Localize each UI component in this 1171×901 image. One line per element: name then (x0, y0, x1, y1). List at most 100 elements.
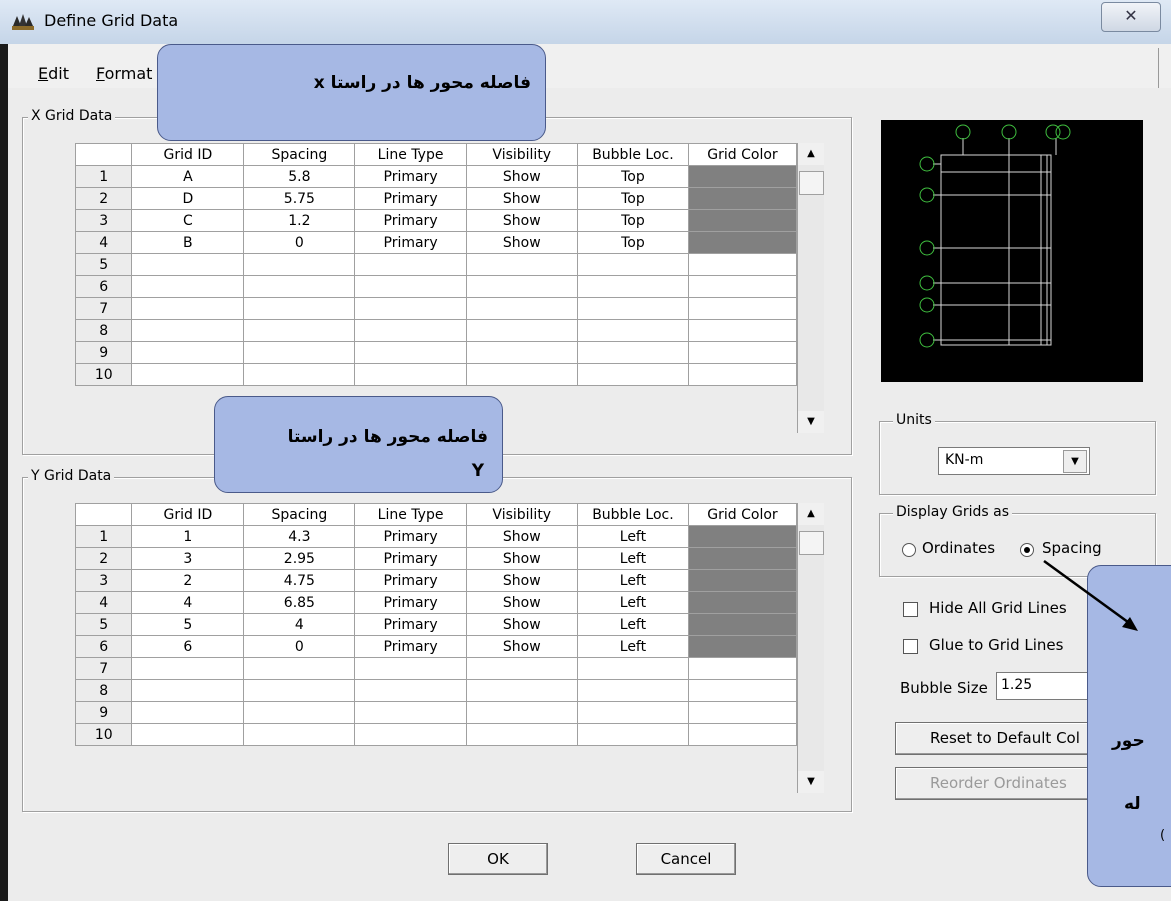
grid-color-cell[interactable] (687, 165, 798, 188)
table-cell[interactable] (576, 319, 689, 342)
table-cell[interactable]: Show (465, 547, 578, 570)
table-cell[interactable] (465, 363, 578, 386)
table-cell[interactable] (465, 341, 578, 364)
ok-button[interactable]: OK (448, 843, 548, 875)
table-cell[interactable]: Show (465, 209, 578, 232)
table-cell[interactable] (576, 341, 689, 364)
table-row[interactable]: 8 (74, 319, 798, 342)
table-cell[interactable]: Show (465, 635, 578, 658)
units-select[interactable]: KN-m ▼ (938, 447, 1090, 475)
row-header[interactable]: 4 (74, 231, 133, 254)
table-cell[interactable] (243, 297, 356, 320)
table-cell[interactable]: Primary (354, 525, 467, 548)
table-cell[interactable] (131, 723, 245, 746)
row-header[interactable]: 9 (74, 341, 133, 364)
table-cell[interactable] (687, 275, 798, 298)
x-grid-table[interactable]: Grid ID Spacing Line Type Visibility Bubble … (74, 143, 798, 386)
table-cell[interactable]: Primary (354, 547, 467, 570)
table-row[interactable]: 7 (74, 657, 798, 680)
table-row[interactable]: 1 A 5.8 Primary Show Top (74, 165, 798, 188)
row-header[interactable]: 7 (74, 297, 133, 320)
table-cell[interactable]: Left (576, 635, 689, 658)
table-cell[interactable] (131, 701, 245, 724)
row-header[interactable]: 8 (74, 679, 133, 702)
table-cell[interactable] (576, 253, 689, 276)
table-cell[interactable] (243, 275, 356, 298)
table-cell[interactable]: 1 (131, 525, 245, 548)
table-cell[interactable]: Show (465, 165, 578, 188)
row-header[interactable]: 2 (74, 547, 133, 570)
table-cell[interactable] (354, 341, 467, 364)
table-cell[interactable] (243, 341, 356, 364)
row-header[interactable]: 1 (74, 165, 133, 188)
row-header[interactable]: 5 (74, 253, 133, 276)
row-header[interactable]: 10 (74, 723, 133, 746)
table-cell[interactable]: Show (465, 613, 578, 636)
scroll-thumb[interactable] (799, 531, 824, 555)
row-header[interactable]: 10 (74, 363, 133, 386)
table-cell[interactable]: 6 (131, 635, 245, 658)
table-cell[interactable] (243, 657, 356, 680)
grid-color-cell[interactable] (687, 591, 798, 614)
menu-format[interactable]: Format (96, 64, 152, 83)
table-cell[interactable] (131, 363, 245, 386)
table-cell[interactable] (131, 657, 245, 680)
table-cell[interactable] (354, 275, 467, 298)
table-row[interactable]: 3 C 1.2 Primary Show Top (74, 209, 798, 232)
table-cell[interactable]: Left (576, 547, 689, 570)
row-header[interactable]: 3 (74, 209, 133, 232)
table-cell[interactable]: Show (465, 569, 578, 592)
ordinates-radio[interactable] (902, 543, 916, 557)
hide-all-checkbox[interactable] (903, 602, 918, 617)
scroll-up-icon[interactable]: ▲ (798, 143, 824, 165)
row-header[interactable]: 8 (74, 319, 133, 342)
table-row[interactable]: 1 1 4.3 Primary Show Left (74, 525, 798, 548)
table-row[interactable]: 9 (74, 341, 798, 364)
grid-color-cell[interactable] (687, 613, 798, 636)
table-cell[interactable]: 4 (131, 591, 245, 614)
table-cell[interactable] (465, 701, 578, 724)
table-cell[interactable]: Top (576, 231, 689, 254)
table-row[interactable]: 5 (74, 253, 798, 276)
table-row[interactable]: 7 (74, 297, 798, 320)
table-cell[interactable]: 1.2 (243, 209, 356, 232)
table-cell[interactable]: 0 (243, 231, 356, 254)
table-row[interactable]: 4 4 6.85 Primary Show Left (74, 591, 798, 614)
table-cell[interactable] (465, 657, 578, 680)
table-cell[interactable] (354, 363, 467, 386)
table-cell[interactable]: 3 (131, 547, 245, 570)
table-cell[interactable] (131, 679, 245, 702)
table-cell[interactable]: Show (465, 187, 578, 210)
table-cell[interactable] (354, 297, 467, 320)
table-cell[interactable] (687, 363, 798, 386)
table-row[interactable]: 10 (74, 723, 798, 746)
table-cell[interactable] (243, 363, 356, 386)
table-cell[interactable]: Primary (354, 591, 467, 614)
table-cell[interactable]: Left (576, 569, 689, 592)
table-cell[interactable] (576, 723, 689, 746)
table-row[interactable]: 6 6 0 Primary Show Left (74, 635, 798, 658)
table-cell[interactable]: Top (576, 165, 689, 188)
table-cell[interactable] (465, 297, 578, 320)
row-header[interactable]: 5 (74, 613, 133, 636)
table-cell[interactable] (354, 319, 467, 342)
cancel-button[interactable]: Cancel (636, 843, 736, 875)
table-row[interactable]: 2 D 5.75 Primary Show Top (74, 187, 798, 210)
table-cell[interactable] (131, 275, 245, 298)
table-cell[interactable] (354, 723, 467, 746)
scroll-down-icon[interactable]: ▼ (798, 411, 824, 433)
table-cell[interactable] (576, 701, 689, 724)
table-cell[interactable]: 2.95 (243, 547, 356, 570)
table-cell[interactable] (354, 253, 467, 276)
row-header[interactable]: 1 (74, 525, 133, 548)
table-cell[interactable]: Primary (354, 635, 467, 658)
table-cell[interactable] (687, 679, 798, 702)
table-cell[interactable] (465, 723, 578, 746)
table-row[interactable]: 10 (74, 363, 798, 386)
grid-color-cell[interactable] (687, 525, 798, 548)
table-cell[interactable] (687, 319, 798, 342)
row-header[interactable]: 9 (74, 701, 133, 724)
table-cell[interactable] (687, 253, 798, 276)
table-cell[interactable]: Left (576, 613, 689, 636)
table-cell[interactable] (354, 701, 467, 724)
